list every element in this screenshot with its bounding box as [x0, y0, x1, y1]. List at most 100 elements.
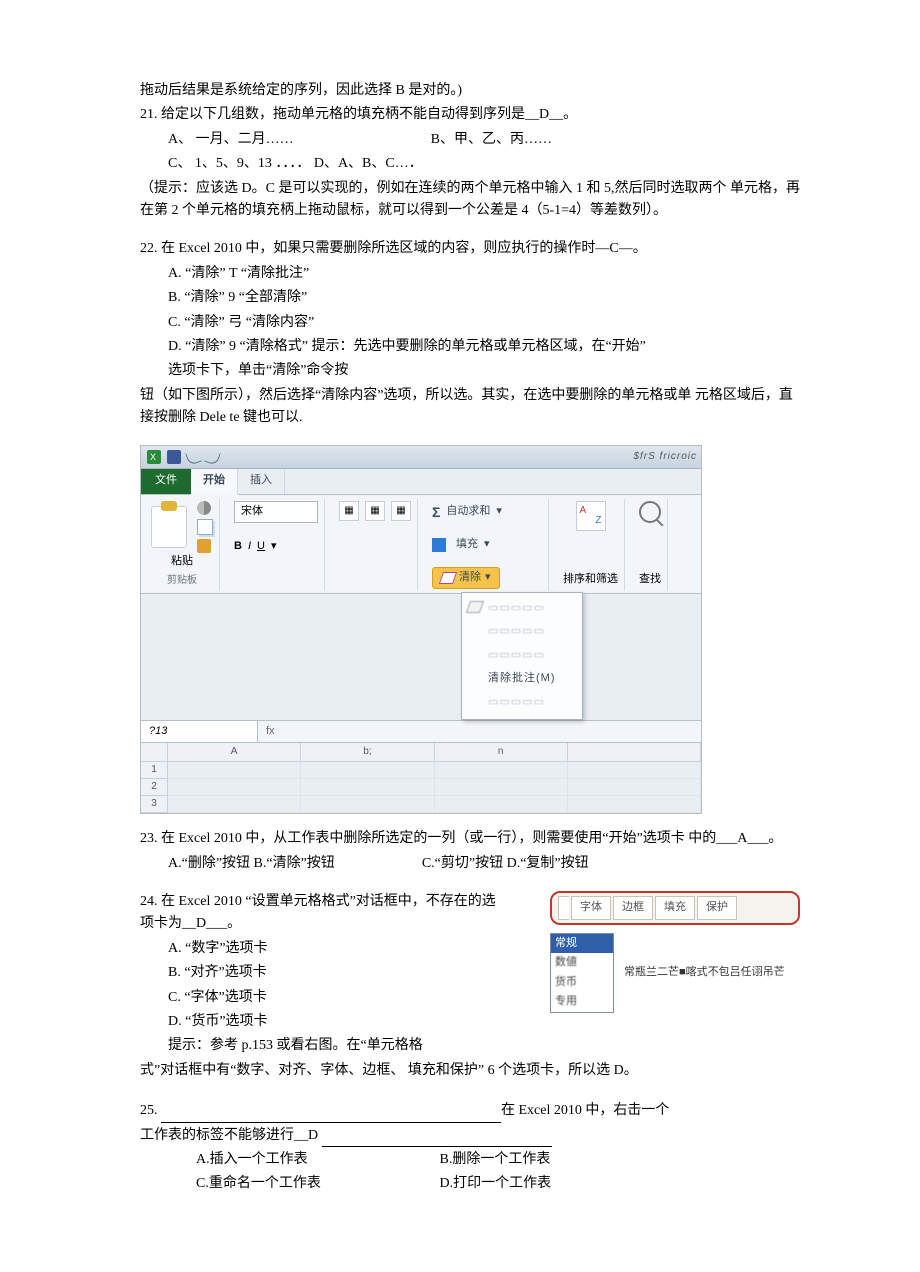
q22-opt-b: B. “清除” 9 “全部清除”: [168, 290, 307, 305]
cell[interactable]: [301, 796, 434, 813]
formula-bar[interactable]: fx: [258, 721, 283, 743]
q21-hint: （提示：应该选 D。C 是可以实现的，例如在连续的两个单元格中输入 1 和 5,…: [140, 178, 800, 223]
blank-line: [161, 1108, 501, 1123]
q22-opt-a: A. “清除” T “清除批注”: [168, 266, 309, 281]
q23-stem: 23. 在 Excel 2010 中，从工作表中删除所选定的一列（或一行），则需…: [140, 828, 800, 850]
excel-screenshot: $frS fricroic 文件 开始 插入 粘贴 剪贴板 宋体 B: [140, 445, 702, 814]
list-item[interactable]: 专用: [551, 992, 613, 1012]
italic-button[interactable]: I: [248, 538, 251, 556]
tab-stub: [558, 896, 569, 920]
dialog-tab-font[interactable]: 字体: [571, 896, 611, 920]
q21-opt-b: B、甲、乙、丙……: [431, 132, 552, 147]
cell[interactable]: [168, 762, 301, 779]
redo-icon[interactable]: [204, 449, 221, 466]
menu-item-clear-contents[interactable]: ▭▭▭▭▭: [462, 644, 582, 668]
cell[interactable]: [435, 796, 568, 813]
menu-item-clear-hyperlinks[interactable]: ▭▭▭▭▭: [462, 691, 582, 715]
list-item[interactable]: 货币: [551, 973, 613, 993]
name-box[interactable]: ?13: [141, 721, 258, 743]
fill-label: 填充: [456, 536, 478, 554]
col-header-c[interactable]: n: [435, 743, 568, 762]
bold-button[interactable]: B: [234, 538, 242, 556]
tab-file[interactable]: 文件: [141, 469, 191, 494]
sort-label: 排序和筛选: [563, 571, 618, 589]
q22-opt-d: D. “清除” 9 “清除格式” 提示：先选中要删除的单元格或单元格区域，在“开…: [168, 339, 646, 354]
title-bar-text: $frS fricroic: [633, 449, 697, 465]
clear-dropdown-menu: ▭▭▭▭▭ ▭▭▭▭▭ ▭▭▭▭▭ 清除批注(M) ▭▭▭▭▭: [461, 592, 583, 720]
sigma-icon[interactable]: Σ: [432, 501, 440, 523]
row-header-3[interactable]: 3: [141, 796, 168, 813]
q22-tail: 钮（如下图所示），然后选择“清除内容”选项，所以选。其实，在选中要删除的单元格或…: [140, 385, 800, 430]
q24-opt-b: B. “对齐”选项卡: [140, 962, 500, 984]
eraser-icon: [439, 572, 457, 584]
q23-opt-ab: A.“删除”按钮 B.“清除”按钮: [168, 856, 335, 871]
q24-stem: 24. 在 Excel 2010 “设置单元格格式”对话框中，不存在的选项卡为_…: [140, 891, 500, 936]
q23-opt-cd: C.“剪切”按钮 D.“复制”按钮: [422, 856, 589, 871]
cell[interactable]: [435, 762, 568, 779]
insert-cells-icon[interactable]: ▦: [339, 501, 359, 521]
tab-insert[interactable]: 插入: [238, 469, 285, 494]
group-clipboard-label: 剪贴板: [151, 571, 213, 589]
cell[interactable]: [168, 779, 301, 796]
q21-opt-c: C、 1、5、9、13 ．．．． D、A、B、C…．: [140, 153, 800, 175]
q24-hint2: 式”对话框中有“数字、对齐、字体、边框、 填充和保护” 6 个选项卡，所以选 D…: [140, 1060, 800, 1082]
more-font-icon[interactable]: ▾: [271, 538, 277, 556]
autosum-label: 自动求和: [446, 503, 490, 521]
dialog-tab-fill[interactable]: 填充: [655, 896, 695, 920]
sort-icon[interactable]: [576, 501, 606, 531]
format-cells-icon[interactable]: ▦: [391, 501, 411, 521]
clear-button[interactable]: 清除▾: [432, 567, 500, 589]
menu-item-clear-all[interactable]: ▭▭▭▭▭: [462, 597, 582, 621]
copy-icon[interactable]: [197, 519, 213, 535]
col-header-d[interactable]: [568, 743, 701, 762]
tab-home[interactable]: 开始: [191, 469, 238, 495]
cut-icon[interactable]: [197, 501, 211, 515]
select-all-corner[interactable]: [141, 743, 168, 762]
q21-opt-a: A、 一月、二月……: [168, 132, 294, 147]
q25-opt-d: D.打印一个工作表: [440, 1176, 552, 1191]
dialog-tab-protect[interactable]: 保护: [697, 896, 737, 920]
q24-hint1: 提示：参考 p.153 或看右图。在“单元格格: [140, 1035, 500, 1057]
cell[interactable]: [301, 762, 434, 779]
q21-stem: 21. 给定以下几组数，拖动单元格的填充柄不能自动得到序列是__D__。: [140, 104, 800, 126]
category-listbox[interactable]: 常规 数値 货币 专用: [550, 933, 614, 1013]
excel-app-icon: [147, 450, 161, 464]
q25-opt-c: C.重命名一个工作表: [196, 1173, 436, 1195]
row-header-1[interactable]: 1: [141, 762, 168, 779]
cell[interactable]: [168, 796, 301, 813]
format-painter-icon[interactable]: [197, 539, 211, 553]
col-header-a[interactable]: A: [168, 743, 301, 762]
list-item[interactable]: 数値: [551, 953, 613, 973]
list-item-selected[interactable]: 常规: [551, 934, 613, 954]
q22-opt-d2: 选项卡下，单击“清除”命令按: [168, 363, 348, 378]
figure-caption: 常瓶兰二芒■喀式不包吕任诩吊芒: [624, 965, 785, 980]
font-name-select[interactable]: 宋体: [234, 501, 318, 523]
blank-line: [322, 1132, 552, 1147]
delete-cells-icon[interactable]: ▦: [365, 501, 385, 521]
q25-opt-b: B.删除一个工作表: [440, 1152, 551, 1167]
menu-item-clear-formats[interactable]: ▭▭▭▭▭: [462, 620, 582, 644]
cell[interactable]: [568, 779, 701, 796]
cell[interactable]: [301, 779, 434, 796]
cell[interactable]: [568, 762, 701, 779]
q22-opt-c: C. “清除” 弓 “清除内容”: [168, 315, 314, 330]
cell[interactable]: [568, 796, 701, 813]
paste-label: 粘贴: [171, 553, 193, 571]
q25-line1-tail: 在 Excel 2010 中，右击一个: [501, 1103, 669, 1118]
menu-item-clear-comments[interactable]: 清除批注(M): [462, 667, 582, 691]
row-header-2[interactable]: 2: [141, 779, 168, 796]
underline-button[interactable]: U: [257, 538, 265, 556]
format-dialog-tabs: 字体 边框 填充 保护: [550, 891, 800, 925]
dialog-tab-border[interactable]: 边框: [613, 896, 653, 920]
cell[interactable]: [435, 779, 568, 796]
paste-button[interactable]: [151, 506, 187, 548]
q25-line2: 工作表的标签不能够进行__D: [140, 1128, 318, 1143]
undo-icon[interactable]: [185, 449, 202, 466]
find-label: 查找: [639, 571, 661, 589]
fill-icon[interactable]: [432, 538, 446, 552]
q24-opt-a: A. “数字”选项卡: [140, 938, 500, 960]
find-icon[interactable]: [639, 501, 661, 523]
col-header-b[interactable]: b;: [301, 743, 434, 762]
save-icon[interactable]: [167, 450, 181, 464]
q24-opt-c: C. “字体”选项卡: [140, 987, 500, 1009]
